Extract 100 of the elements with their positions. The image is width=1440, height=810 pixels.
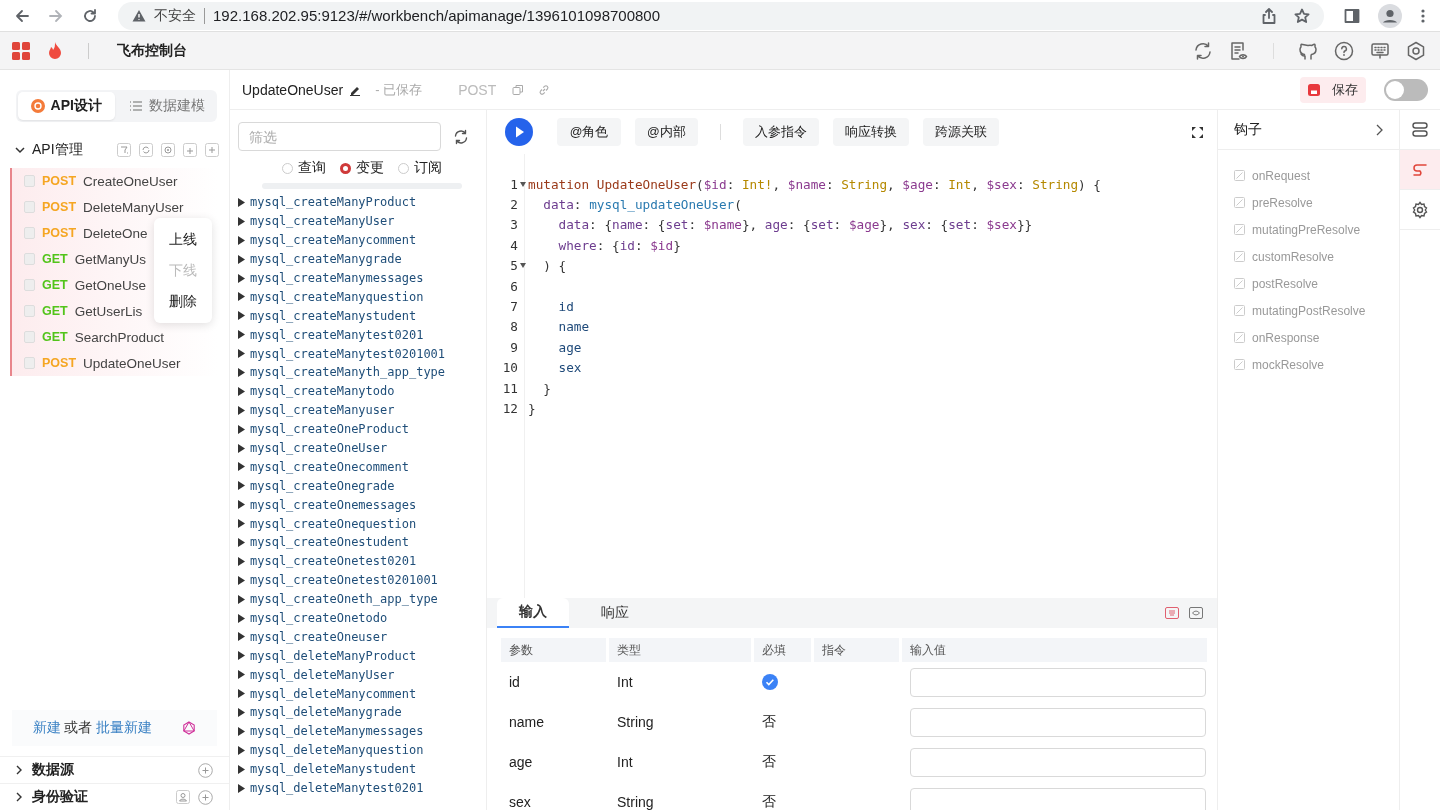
input-field[interactable]: [910, 667, 1206, 697]
operation-item[interactable]: mysql_deleteManygrade: [250, 705, 402, 720]
radio-option[interactable]: 变更: [340, 159, 384, 177]
filter-field[interactable]: 筛选: [238, 122, 441, 151]
star-icon[interactable]: [1294, 7, 1310, 24]
input-field[interactable]: [910, 747, 1206, 777]
api-item[interactable]: POST DeleteOne: [12, 220, 148, 246]
toggle-switch[interactable]: [1384, 78, 1428, 101]
operation-item[interactable]: mysql_createOneUser: [250, 441, 388, 455]
batch-create-link[interactable]: 批量新建: [96, 719, 153, 735]
apps-icon[interactable]: [12, 41, 30, 60]
api-item[interactable]: POST CreateOneUser: [12, 168, 178, 194]
operation-item[interactable]: mysql_createOneth_app_type: [250, 592, 438, 607]
toolbar-button[interactable]: 响应转换: [832, 118, 909, 146]
operation-item[interactable]: mysql_createOnetodo: [250, 611, 388, 626]
save-button[interactable]: 保存: [1300, 76, 1366, 103]
fold-caret-icon[interactable]: [520, 181, 526, 187]
fullscreen-icon[interactable]: [1192, 126, 1203, 138]
operation-item[interactable]: mysql_createManyuser: [250, 403, 395, 418]
settings-icon[interactable]: [1406, 40, 1426, 61]
toolbar-button[interactable]: 跨源关联: [922, 118, 999, 146]
operation-item[interactable]: mysql_createManyUser: [250, 214, 395, 229]
radio-option[interactable]: 查询: [282, 159, 326, 177]
input-field[interactable]: [910, 787, 1206, 810]
operation-item[interactable]: mysql_deleteManystudent: [250, 762, 417, 777]
operation-item[interactable]: mysql_createManyquestion: [250, 289, 424, 304]
operation-item[interactable]: mysql_createOnequestion: [250, 516, 417, 531]
operation-item[interactable]: mysql_createOnetest0201: [250, 554, 417, 569]
api-item[interactable]: GET GetManyUs: [12, 246, 146, 272]
api-item[interactable]: GET SearchProduct: [12, 324, 164, 350]
operation-item[interactable]: mysql_deleteManytest0201: [250, 781, 424, 796]
operation-item[interactable]: mysql_createManytest0201001: [250, 346, 446, 361]
operation-item[interactable]: mysql_createManytodo: [250, 384, 395, 399]
menu-item[interactable]: 上线: [154, 224, 212, 255]
back-icon[interactable]: [14, 7, 30, 24]
operation-item[interactable]: mysql_createManymessages: [250, 271, 424, 285]
clear-icon[interactable]: [1165, 607, 1179, 619]
api-item[interactable]: GET GetUserLis: [12, 298, 143, 324]
operation-item[interactable]: mysql_createManycomment: [250, 233, 417, 248]
chevron-right-icon[interactable]: [14, 764, 24, 776]
operation-item[interactable]: mysql_createManytest0201: [250, 327, 424, 342]
menu-item[interactable]: 删除: [154, 286, 212, 317]
toolbar-button[interactable]: 入参指令: [742, 118, 819, 146]
chevron-down-icon[interactable]: [14, 144, 26, 156]
operation-item[interactable]: mysql_createOneProduct: [250, 422, 409, 437]
preview-icon[interactable]: [1189, 607, 1203, 619]
operation-item[interactable]: mysql_createManygrade: [250, 252, 402, 267]
more-icon[interactable]: [1420, 7, 1426, 24]
operation-item[interactable]: mysql_createOnetest0201001: [250, 573, 438, 588]
run-button-icon[interactable]: [505, 118, 533, 146]
chevron-right-icon[interactable]: [14, 791, 24, 803]
refresh-icon[interactable]: [453, 128, 469, 145]
sidebar-tab[interactable]: API设计: [18, 92, 115, 120]
api-item[interactable]: POST UpdateOneUser: [12, 350, 181, 376]
checkbox-icon[interactable]: [1234, 197, 1245, 208]
operation-item[interactable]: mysql_createManystudent: [250, 308, 417, 323]
operation-item[interactable]: mysql_deleteManycomment: [250, 686, 417, 701]
create-link[interactable]: 新建: [32, 719, 61, 735]
add-circle-icon[interactable]: [198, 762, 213, 778]
sync-icon[interactable]: [1193, 40, 1213, 61]
operation-item[interactable]: mysql_createManyProduct: [250, 195, 417, 210]
keyboard-icon[interactable]: [1370, 40, 1390, 61]
document-preview-icon[interactable]: [1229, 40, 1249, 61]
sidebar-icon[interactable]: [1344, 7, 1360, 24]
operation-item[interactable]: mysql_createOnestudent: [250, 535, 409, 550]
input-field[interactable]: [910, 707, 1206, 737]
sidebar-tab[interactable]: 数据建模: [118, 92, 215, 120]
checkbox-icon[interactable]: [1234, 224, 1245, 235]
reload-icon[interactable]: [82, 7, 98, 24]
checkbox-icon[interactable]: [1234, 251, 1245, 262]
panel-tab[interactable]: 响应: [579, 598, 651, 628]
operation-item[interactable]: mysql_createManyth_app_type: [250, 365, 446, 380]
checkbox-icon[interactable]: [1234, 278, 1245, 289]
add-circle-icon[interactable]: [198, 789, 213, 805]
operation-item[interactable]: mysql_deleteManyProduct: [250, 648, 417, 663]
panel-tab[interactable]: 输入: [497, 598, 569, 628]
checkbox-icon[interactable]: [1234, 305, 1245, 316]
checkbox-icon[interactable]: [1234, 359, 1245, 370]
api-item[interactable]: GET GetOneUse: [12, 272, 146, 298]
avatar-icon[interactable]: [1378, 3, 1402, 28]
github-icon[interactable]: [1298, 40, 1318, 61]
target-icon[interactable]: [161, 143, 175, 157]
section-title[interactable]: 身份验证: [32, 788, 88, 806]
api-item[interactable]: POST DeleteManyUser: [12, 194, 184, 220]
operation-item[interactable]: mysql_createOneuser: [250, 629, 388, 644]
fold-caret-icon[interactable]: [520, 263, 526, 269]
checkbox-icon[interactable]: [1234, 170, 1245, 181]
operation-item[interactable]: mysql_createOnemessages: [250, 497, 417, 512]
chevron-right-icon[interactable]: [1375, 123, 1383, 136]
operation-item[interactable]: mysql_deleteManyquestion: [250, 743, 424, 758]
share-icon[interactable]: [1262, 7, 1276, 24]
operation-item[interactable]: mysql_deleteManyUser: [250, 667, 395, 682]
operation-item[interactable]: mysql_createOnecomment: [250, 459, 409, 474]
radio-option[interactable]: 订阅: [398, 159, 442, 177]
address-bar[interactable]: 不安全 192.168.202.95:9123/#/workbench/apimanage/1396101098700800: [118, 1, 1324, 30]
toolbar-button[interactable]: @角色: [557, 118, 621, 146]
operation-item[interactable]: mysql_createOnegrade: [250, 478, 395, 493]
graphql-icon[interactable]: [182, 721, 197, 735]
section-title[interactable]: 数据源: [32, 761, 74, 779]
checkbox-icon[interactable]: [1234, 332, 1245, 343]
